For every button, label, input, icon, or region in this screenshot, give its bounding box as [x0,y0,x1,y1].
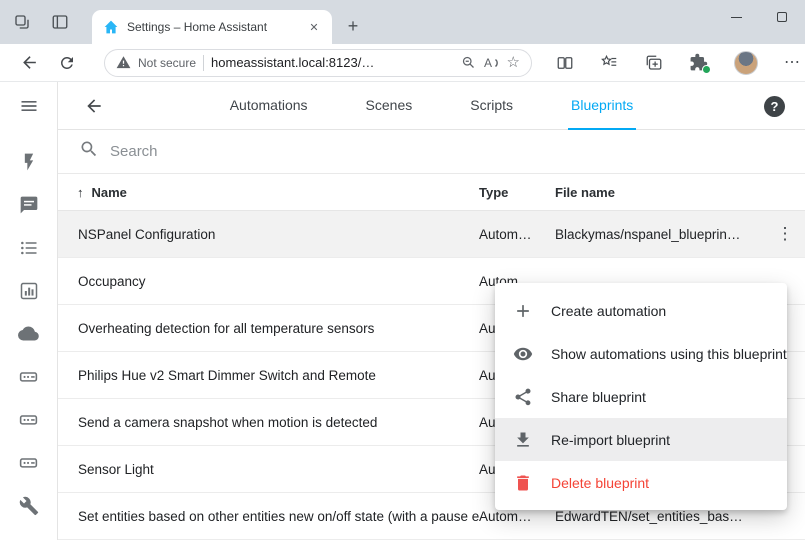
row-name: Occupancy [58,274,479,289]
table-row[interactable]: NSPanel Configuration Autom… Blackymas/n… [58,211,805,258]
not-secure-warning-icon[interactable] [116,55,131,70]
zoom-out-icon[interactable] [461,55,476,70]
row-name: Overheating detection for all temperatur… [58,321,479,336]
header-name-label: Name [92,185,127,200]
browser-window: Settings – Home Assistant ✕ + ✕ Not secu… [0,0,805,540]
refresh-icon[interactable] [52,48,82,78]
menu-item-create-automation[interactable]: Create automation [495,289,787,332]
hub-icon[interactable] [7,355,51,398]
toolbar-actions: ⋯ [556,51,800,75]
tab-automations[interactable]: Automations [227,82,311,130]
tab-actions-icon[interactable] [48,10,72,34]
row-type: Autom… [479,509,555,524]
menu-item-label: Share blueprint [551,389,646,405]
help-icon[interactable]: ? [764,96,785,117]
tab-title: Settings – Home Assistant [127,20,305,34]
column-header-type[interactable]: Type [479,185,555,200]
workspaces-icon[interactable] [10,10,34,34]
tab-scripts[interactable]: Scripts [467,82,516,130]
column-header-name[interactable]: ↑ Name [58,185,479,200]
extensions-icon[interactable] [689,53,708,72]
svg-text:A: A [484,56,492,70]
chat-icon[interactable] [7,183,51,226]
menu-item-label: Create automation [551,303,666,319]
menu-item-label: Show automations using this blueprint [551,346,787,362]
cloud-icon[interactable] [7,312,51,355]
eye-icon [513,344,533,364]
ha-tabs: Automations Scenes Scripts Blueprints [227,82,637,130]
address-bar[interactable]: Not secure homeassistant.local:8123/… A … [104,49,532,77]
read-aloud-icon[interactable]: A [483,55,500,71]
split-screen-icon[interactable] [556,54,574,72]
plus-icon [513,301,533,321]
address-divider [203,55,204,71]
search-bar[interactable]: Search [58,130,805,174]
ha-appbar: Automations Scenes Scripts Blueprints ? [58,82,805,130]
download-icon [513,430,533,450]
menu-item-share-blueprint[interactable]: Share blueprint [495,375,787,418]
favorites-icon[interactable] [600,54,619,72]
browser-menu-icon[interactable]: ⋯ [784,55,800,71]
hub-icon[interactable] [7,398,51,441]
search-placeholder: Search [110,143,158,160]
menu-item-reimport-blueprint[interactable]: Re-import blueprint [495,418,787,461]
wrench-icon[interactable] [7,484,51,527]
new-tab-button[interactable]: + [340,13,366,39]
app-back-icon[interactable] [74,82,114,130]
tab-blueprints[interactable]: Blueprints [568,82,636,130]
share-icon [513,387,533,407]
blueprint-context-menu: Create automation Show automations using… [495,283,787,510]
maximize-button[interactable] [759,0,805,34]
security-label[interactable]: Not secure [138,56,196,70]
tab-close-icon[interactable]: ✕ [305,18,323,36]
extensions-badge [702,65,711,74]
row-file: Blackymas/nspanel_blueprin… [555,227,765,242]
menu-item-label: Re-import blueprint [551,432,670,448]
tab-scenes[interactable]: Scenes [363,82,416,130]
row-name: NSPanel Configuration [58,227,479,242]
row-name: Send a camera snapshot when motion is de… [58,415,479,430]
hamburger-menu-icon[interactable] [0,82,57,130]
back-icon[interactable] [14,48,44,78]
row-overflow-icon[interactable]: ⋮ [777,224,794,243]
chart-icon[interactable] [7,269,51,312]
search-icon [79,139,99,164]
browser-titlebar: Settings – Home Assistant ✕ + ✕ [0,0,805,44]
hub-icon[interactable] [7,441,51,484]
favorite-star-icon[interactable]: ☆ [507,55,520,70]
list-icon[interactable] [7,226,51,269]
browser-toolbar: Not secure homeassistant.local:8123/… A … [0,44,805,82]
home-assistant-favicon [103,19,119,35]
row-name: Sensor Light [58,462,479,477]
collections-icon[interactable] [645,54,663,72]
lightning-icon[interactable] [7,140,51,183]
browser-tab[interactable]: Settings – Home Assistant ✕ [92,10,332,44]
sort-ascending-icon: ↑ [77,185,84,200]
row-type: Autom… [479,227,555,242]
minimize-button[interactable] [713,0,759,34]
column-header-file[interactable]: File name [555,185,805,200]
table-header: ↑ Name Type File name [58,174,805,211]
url-text[interactable]: homeassistant.local:8123/… [211,55,454,70]
ha-sidebar [0,82,58,540]
window-controls: ✕ [713,0,805,34]
menu-item-label: Delete blueprint [551,475,649,491]
row-name: Set entities based on other entities new… [58,509,479,524]
trash-icon [513,473,533,493]
profile-avatar[interactable] [734,51,758,75]
menu-item-show-automations[interactable]: Show automations using this blueprint [495,332,787,375]
menu-item-delete-blueprint[interactable]: Delete blueprint [495,461,787,504]
row-file: EdwardTEN/set_entities_bas… [555,509,765,524]
row-name: Philips Hue v2 Smart Dimmer Switch and R… [58,368,479,383]
